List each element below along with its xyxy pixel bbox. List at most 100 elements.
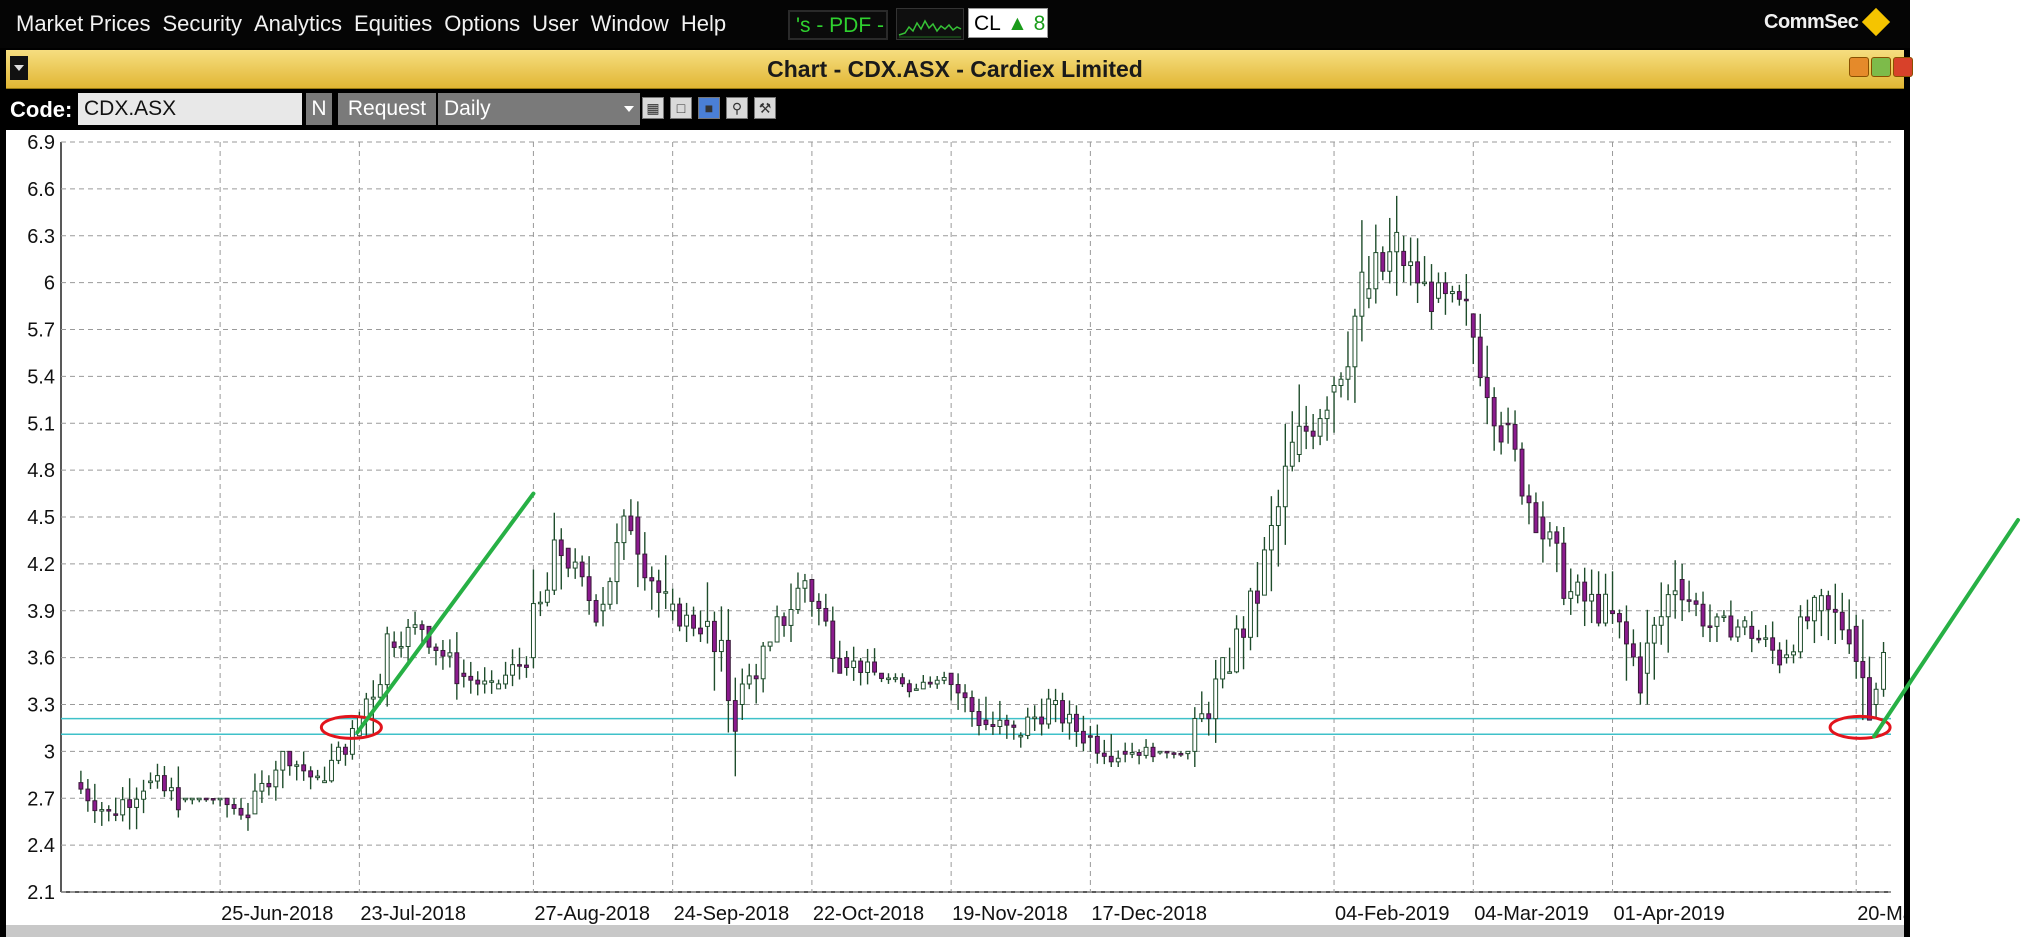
x-tick-label: 01-Apr-2019 bbox=[1614, 903, 1725, 925]
chart-panel[interactable]: 6.9 6.6 6.3 6 5.7 5.4 5.1 4.8 4.5 4.2 3.9 3.6 3.3 3 2.… bbox=[6, 130, 1904, 937]
candle-down bbox=[781, 616, 787, 626]
candle-down bbox=[1303, 425, 1309, 432]
x-tick-label: 25-Jun-2018 bbox=[221, 903, 333, 925]
chart-window-titlebar[interactable]: Chart - CDX.ASX - Cardiex Limited bbox=[6, 50, 1913, 89]
candle-down bbox=[1853, 625, 1859, 662]
n-button[interactable]: N bbox=[306, 93, 332, 125]
candle-down bbox=[1164, 750, 1170, 754]
candle-up bbox=[1603, 593, 1608, 624]
chevron-down-icon bbox=[624, 106, 634, 112]
request-button[interactable]: Request bbox=[338, 93, 436, 125]
sparkline-widget[interactable] bbox=[896, 8, 964, 40]
color-palette-icon[interactable]: ■ bbox=[698, 97, 720, 119]
candle-up bbox=[356, 716, 362, 737]
candle-up bbox=[1589, 593, 1595, 602]
main-menu: Market Prices Security Analytics Equitie… bbox=[10, 0, 732, 48]
candle-up bbox=[614, 542, 620, 583]
candle-up bbox=[572, 561, 578, 569]
x-tick-label: 24-Sep-2018 bbox=[674, 903, 790, 925]
candle-up bbox=[259, 782, 265, 792]
candle-up bbox=[1331, 385, 1337, 393]
candle-up bbox=[1651, 624, 1657, 644]
candle-up bbox=[1192, 718, 1198, 752]
candle-up bbox=[405, 626, 411, 648]
candle-up bbox=[767, 641, 773, 647]
candle-down bbox=[454, 652, 460, 685]
candle-down bbox=[1310, 430, 1316, 437]
candle-down bbox=[830, 620, 836, 659]
minimize-button[interactable] bbox=[1849, 57, 1869, 77]
candle-down bbox=[1039, 716, 1045, 725]
horizontal-scrollbar[interactable] bbox=[6, 925, 1904, 937]
menu-user[interactable]: User bbox=[526, 0, 584, 48]
y-tick-label: 3.6 bbox=[27, 648, 55, 670]
close-button[interactable] bbox=[1893, 57, 1913, 77]
period-select[interactable]: Daily bbox=[438, 93, 640, 125]
y-tick-label: 4.2 bbox=[27, 554, 55, 576]
candle-up bbox=[760, 645, 766, 680]
candle-down bbox=[1108, 755, 1114, 763]
candle-down bbox=[78, 782, 84, 790]
candle-down bbox=[844, 657, 850, 669]
candle-up bbox=[1644, 642, 1650, 674]
candle-up bbox=[1873, 688, 1879, 706]
candle-up bbox=[141, 790, 146, 800]
maximize-button[interactable] bbox=[1871, 57, 1891, 77]
pdf-tab[interactable]: 's - PDF - bbox=[788, 10, 888, 40]
menu-window[interactable]: Window bbox=[585, 0, 675, 48]
candle-up bbox=[489, 680, 495, 683]
candle-down bbox=[955, 684, 961, 694]
candle-down bbox=[586, 576, 592, 602]
page-icon[interactable]: □ bbox=[670, 97, 692, 119]
candle-down bbox=[1429, 281, 1434, 313]
y-tick-label: 5.1 bbox=[27, 413, 55, 435]
menu-equities[interactable]: Equities bbox=[348, 0, 438, 48]
ticker-widget[interactable]: CL ▲ 8 bbox=[968, 8, 1048, 38]
candle-down bbox=[1805, 616, 1810, 622]
candle-up bbox=[1763, 637, 1769, 640]
menu-security[interactable]: Security bbox=[156, 0, 247, 48]
candle-down bbox=[1094, 735, 1100, 754]
candle-down bbox=[1060, 700, 1065, 724]
candle-up bbox=[746, 675, 752, 685]
candle-down bbox=[976, 711, 982, 726]
candle-down bbox=[301, 764, 307, 772]
candle-up bbox=[1248, 590, 1253, 638]
candle-down bbox=[593, 600, 599, 623]
menu-analytics[interactable]: Analytics bbox=[248, 0, 348, 48]
chart-toolbar: Code: N Request Daily ▦ □ ■ ⚲ ⚒ bbox=[6, 89, 1904, 129]
candle-down bbox=[837, 657, 843, 674]
menu-help[interactable]: Help bbox=[675, 0, 732, 48]
candle-down bbox=[906, 683, 912, 693]
candle-down bbox=[461, 672, 467, 677]
candle-down bbox=[85, 788, 91, 802]
candle-up bbox=[398, 646, 404, 649]
candle-up bbox=[1798, 616, 1803, 653]
price-chart[interactable]: 6.9 6.6 6.3 6 5.7 5.4 5.1 4.8 4.5 4.2 3.9 3.6 3.3 3 2.… bbox=[6, 130, 1904, 925]
commsec-diamond-icon bbox=[1861, 7, 1891, 37]
candle-down bbox=[1777, 649, 1783, 666]
zoom-icon[interactable]: ⚲ bbox=[726, 97, 748, 119]
candle-up bbox=[510, 664, 515, 676]
candle-down bbox=[1470, 313, 1476, 338]
candle-down bbox=[1686, 599, 1692, 602]
menu-market-prices[interactable]: Market Prices bbox=[10, 0, 156, 48]
candle-up bbox=[384, 633, 390, 686]
menu-options[interactable]: Options bbox=[438, 0, 526, 48]
candle-up bbox=[1811, 596, 1817, 622]
candle-down bbox=[1380, 252, 1386, 272]
tools-icon[interactable]: ⚒ bbox=[754, 97, 776, 119]
candle-down bbox=[1074, 713, 1079, 732]
candle-up bbox=[1658, 616, 1664, 626]
candle-down bbox=[809, 579, 815, 602]
code-input[interactable] bbox=[78, 93, 302, 125]
candle-down bbox=[579, 561, 585, 578]
candle-down bbox=[1442, 282, 1448, 295]
period-select-value: Daily bbox=[444, 97, 491, 120]
candle-up bbox=[1324, 409, 1330, 420]
ticker-code: CL bbox=[974, 12, 1001, 35]
chart-style-icon[interactable]: ▦ bbox=[642, 97, 664, 119]
candle-down bbox=[1401, 250, 1407, 267]
candle-down bbox=[210, 798, 216, 801]
candle-down bbox=[1519, 448, 1525, 497]
